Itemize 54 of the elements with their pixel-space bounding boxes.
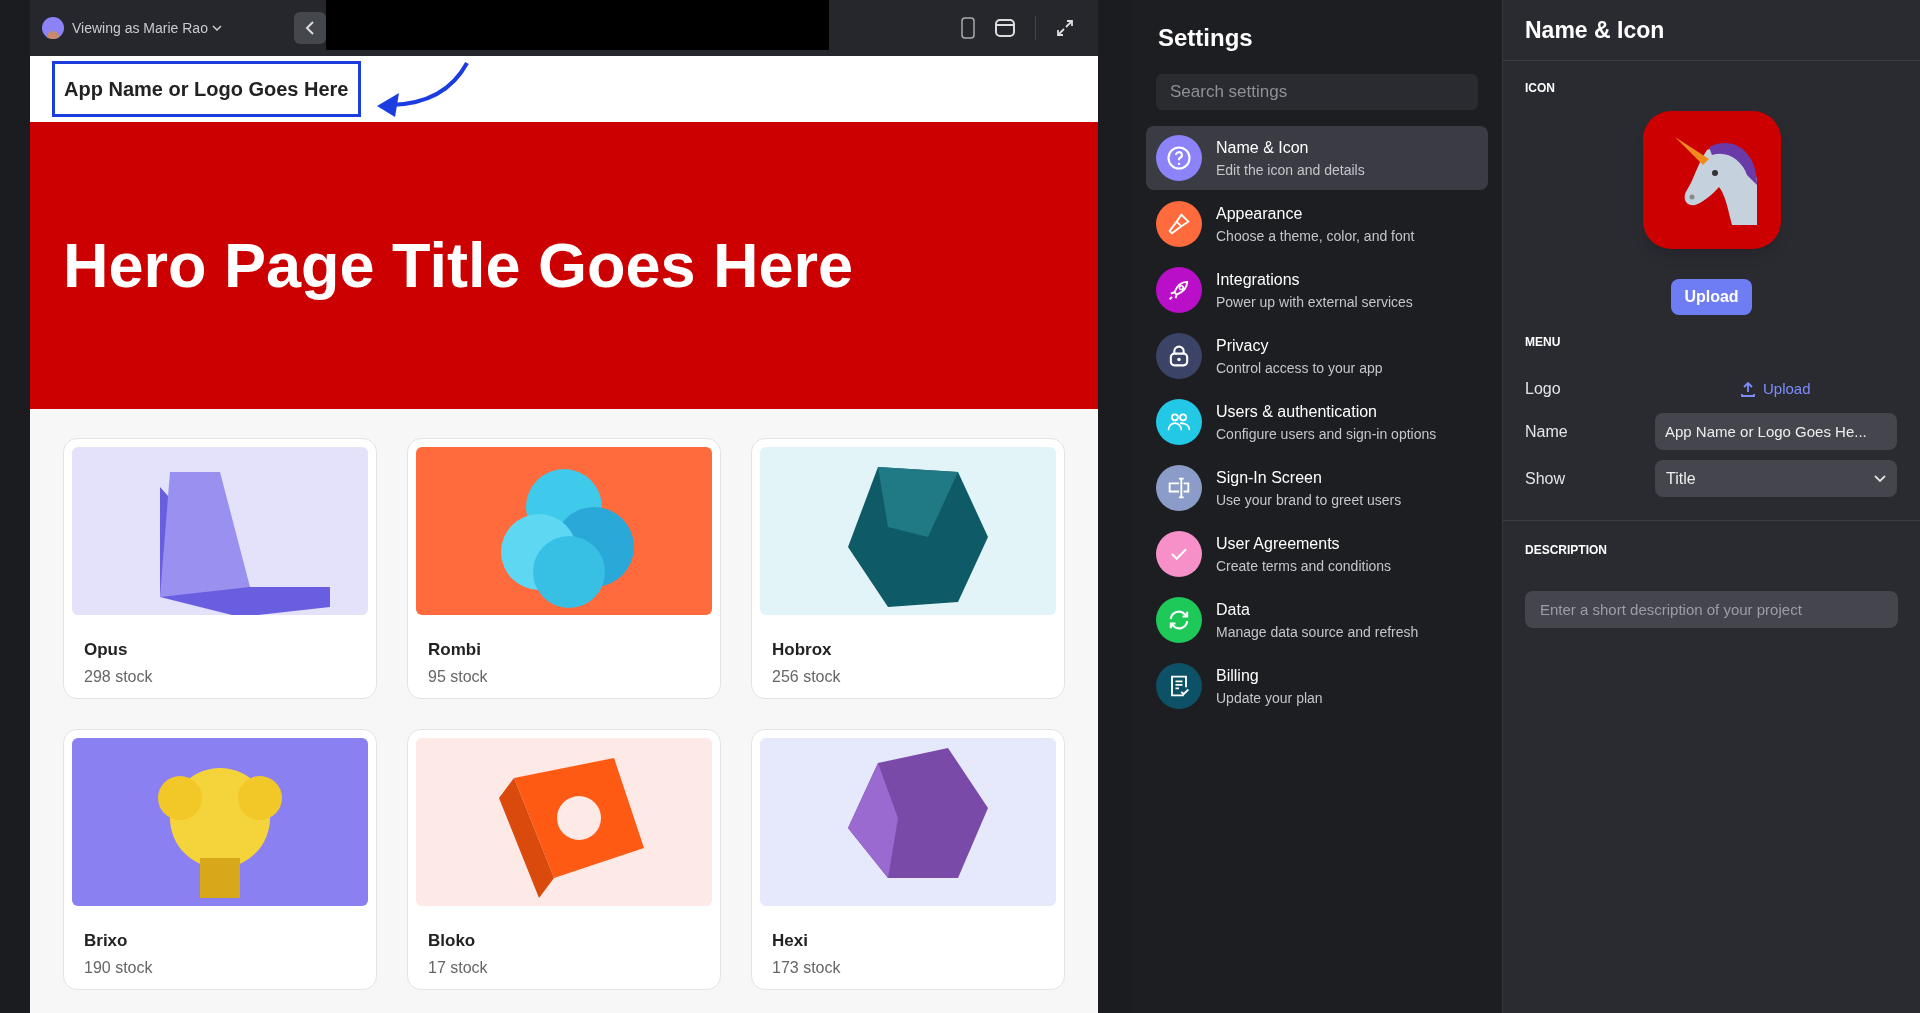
show-dropdown[interactable]: Title — [1655, 460, 1897, 497]
app-name-text: App Name or Logo Goes Here — [52, 61, 361, 117]
phone-icon[interactable] — [961, 17, 975, 39]
settings-item[interactable]: Appearance Choose a theme, color, and font — [1146, 192, 1488, 256]
section-heading: MENU — [1525, 334, 1562, 351]
stock-count: 17 stock — [427, 957, 489, 978]
product-name: Rombi — [427, 639, 482, 661]
chevron-down-icon — [211, 25, 222, 31]
search-field[interactable]: Search settings — [1156, 74, 1478, 110]
product-card[interactable]: Opus 298 stock — [63, 438, 377, 699]
upload-button[interactable]: Upload — [1671, 279, 1752, 315]
logo-label: Logo — [1525, 379, 1562, 399]
name-label: Name — [1525, 421, 1569, 442]
product-name: Brixo — [83, 930, 129, 952]
name-field[interactable]: App Name or Logo Goes He... — [1655, 413, 1897, 450]
product-card[interactable]: Brixo 190 stock — [63, 729, 377, 990]
settings-item[interactable]: Sign-In Screen Use your brand to greet users — [1146, 456, 1488, 520]
expand-icon[interactable] — [1056, 19, 1074, 37]
section-heading: ICON — [1525, 80, 1556, 97]
stock-count: 298 stock — [83, 666, 154, 687]
upload-icon — [1741, 381, 1755, 397]
product-name: Hexi — [771, 930, 809, 952]
settings-item[interactable]: Integrations Power up with external services — [1146, 258, 1488, 322]
logo-upload-link[interactable]: Upload — [1741, 377, 1811, 401]
back-button[interactable] — [293, 12, 326, 44]
viewer-dropdown[interactable]: Viewing as Marie Rao — [72, 17, 222, 39]
settings-item[interactable]: Data Manage data source and refresh — [1146, 588, 1488, 652]
settings-item[interactable]: User Agreements Create terms and conditions — [1146, 522, 1488, 586]
product-card[interactable]: Bloko 17 stock — [407, 729, 721, 990]
product-card[interactable]: Hexi 173 stock — [751, 729, 1065, 990]
stock-count: 173 stock — [771, 957, 842, 978]
product-card[interactable]: Rombi 95 stock — [407, 438, 721, 699]
product-name: Hobrox — [771, 639, 833, 661]
hero-title: Hero Page Title Goes Here — [63, 229, 854, 303]
panel-title: Name & Icon — [1503, 0, 1920, 61]
section-heading: DESCRIPTION — [1525, 542, 1608, 559]
product-name: Bloko — [427, 930, 477, 952]
chevron-left-icon — [304, 21, 315, 35]
settings-title: Settings — [1157, 23, 1254, 53]
show-label: Show — [1525, 468, 1567, 489]
tablet-icon[interactable] — [995, 19, 1015, 37]
settings-item[interactable]: Users & authentication Configure users and sign-in options — [1146, 390, 1488, 454]
settings-item[interactable]: Privacy Control access to your app — [1146, 324, 1488, 388]
description-field[interactable]: Enter a short description of your project — [1525, 591, 1898, 628]
user-avatar — [42, 17, 64, 39]
stock-count: 95 stock — [427, 666, 489, 687]
product-card[interactable]: Hobrox 256 stock — [751, 438, 1065, 699]
stock-count: 190 stock — [83, 957, 154, 978]
app-icon — [1642, 111, 1781, 249]
settings-item[interactable]: Name & Icon Edit the icon and details — [1146, 126, 1488, 190]
settings-item[interactable]: Billing Update your plan — [1146, 654, 1488, 718]
chevron-down-icon — [1874, 474, 1886, 483]
stock-count: 256 stock — [771, 666, 842, 687]
product-name: Opus — [83, 639, 129, 661]
